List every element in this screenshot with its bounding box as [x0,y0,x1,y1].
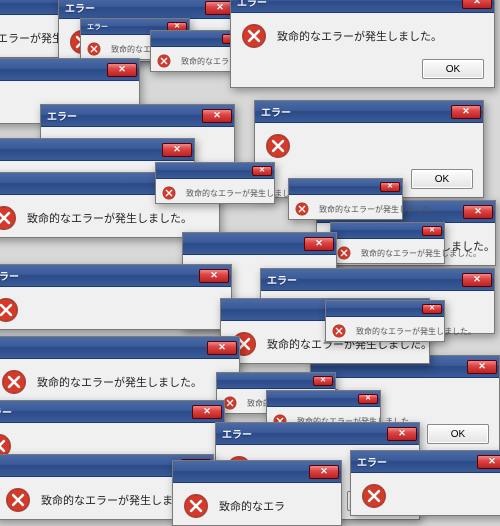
dialog-content [0,287,231,329]
dialog-content: 致命的なエラーが発生しました。 [326,317,444,341]
error-icon [162,186,176,200]
error-icon [0,297,19,323]
error-message: 致命的なエラーが発生しました。 [37,374,202,390]
titlebar[interactable]: ✕ [326,301,444,317]
close-button[interactable]: ✕ [309,465,339,479]
dialog-content: 致命的なエラ [173,483,341,525]
titlebar[interactable]: ✕ [267,391,380,407]
error-message: 致命的なエラ [219,498,285,514]
close-button[interactable]: ✕ [462,273,492,287]
error-icon [0,205,17,231]
error-dialog: ✕ 致命的なエラーが発生しました。 [325,300,445,342]
titlebar[interactable]: ✕ [289,179,402,195]
ok-button[interactable]: OK [422,59,484,79]
error-icon [183,493,209,519]
dialog-content [255,123,483,165]
titlebar[interactable]: エラー ✕ [41,105,234,127]
error-icon [265,133,291,159]
window-title: エラー [237,0,267,9]
dialog-content: 致命的なエラーが発生しました。 [0,359,239,401]
error-dialog: エラー ✕ [0,264,232,330]
error-message: 致命的なエラーが発生しました。 [319,204,439,215]
titlebar[interactable]: ✕ [331,223,444,239]
error-icon [295,202,309,216]
close-button[interactable]: ✕ [380,182,400,192]
error-message: 致命的なエラーが発生しました。 [361,248,481,259]
window-title: エラー [0,268,19,283]
close-button[interactable]: ✕ [358,394,378,404]
titlebar[interactable]: ✕ [173,461,341,483]
close-button[interactable]: ✕ [207,341,237,355]
window-title: エラー [65,0,95,15]
titlebar[interactable]: エラー ✕ [261,269,494,291]
dialog-content: 致命的なエラーが発生しました。 [289,195,402,219]
close-button[interactable]: ✕ [477,455,500,469]
window-title: エラー [47,108,77,123]
dialog-content: 致命的なエラーが発生しました。 [231,13,494,55]
close-button[interactable]: ✕ [422,226,442,236]
error-message: 致命的なエラーが発生しました。 [356,326,476,337]
titlebar[interactable]: ✕ [183,233,336,255]
close-button[interactable]: ✕ [162,143,192,157]
dialog-content: 致命的なエラーが発生しました。 [331,239,444,263]
error-icon [332,324,346,338]
close-button[interactable]: ✕ [304,237,334,251]
close-button[interactable]: ✕ [462,0,492,9]
window-title: エラー [357,454,387,469]
window-title: エラー [261,104,291,119]
error-dialog: エラー ✕ 致命的なエラーが発生しました。 OK [230,0,495,88]
error-dialog: ✕ 致命的なエラーが発生しました。 [155,162,275,204]
titlebar[interactable]: ✕ [217,373,335,389]
titlebar[interactable]: ✕ [156,163,274,179]
close-button[interactable]: ✕ [192,405,222,419]
titlebar[interactable]: エラー✕ [59,0,237,19]
error-dialog: ✕ 致命的なエラ [172,460,342,526]
error-message: 致命的なエラーが発生しました。 [27,210,192,226]
titlebar[interactable]: エラー ✕ [0,265,231,287]
error-icon [87,42,101,56]
close-button[interactable]: ✕ [252,166,272,176]
close-button[interactable]: ✕ [313,376,333,386]
close-button[interactable]: ✕ [463,205,493,219]
button-row: OK [231,55,494,87]
close-button[interactable]: ✕ [107,63,137,77]
titlebar[interactable]: エラー✕ [0,139,194,161]
error-icon [361,483,387,509]
error-dialog: エラー ✕ [350,450,500,516]
error-icon [5,487,31,513]
error-dialog: ✕ 致命的なエラーが発生しました。 [330,222,445,264]
ok-button[interactable]: OK [411,169,473,189]
error-dialog: ✕ 致命的なエラーが発生しました。 [0,336,240,402]
titlebar[interactable]: エラー ✕ [255,101,483,123]
error-icon [1,369,27,395]
close-button[interactable]: ✕ [451,105,481,119]
titlebar[interactable]: エラー ✕ [231,0,494,13]
close-button[interactable]: ✕ [199,269,229,283]
error-icon [223,396,237,410]
titlebar[interactable]: エラー✕ [0,59,139,81]
error-icon [241,23,267,49]
window-title: エラー [267,272,297,287]
window-title: エラー [87,22,108,32]
ok-button[interactable]: OK [427,424,489,444]
error-icon [157,54,171,68]
dialog-content [351,473,500,515]
titlebar[interactable]: エラー ✕ [216,423,419,445]
error-dialog: ✕ 致命的なエラーが発生しました。 [288,178,403,220]
close-button[interactable]: ✕ [202,109,232,123]
close-button[interactable]: ✕ [467,360,497,374]
window-title: エラー [0,404,12,419]
close-button[interactable]: ✕ [422,304,442,314]
error-message: 致命的なエラーが発生しました。 [277,28,442,44]
titlebar[interactable]: エラー ✕ [351,451,500,473]
titlebar[interactable]: エラー ✕ [0,401,224,423]
error-icon [337,246,351,260]
titlebar[interactable]: ✕ [0,337,239,359]
window-title: エラー [222,426,252,441]
dialog-content: 致命的なエラーが発生しました。 [156,179,274,203]
close-button[interactable]: ✕ [387,427,417,441]
